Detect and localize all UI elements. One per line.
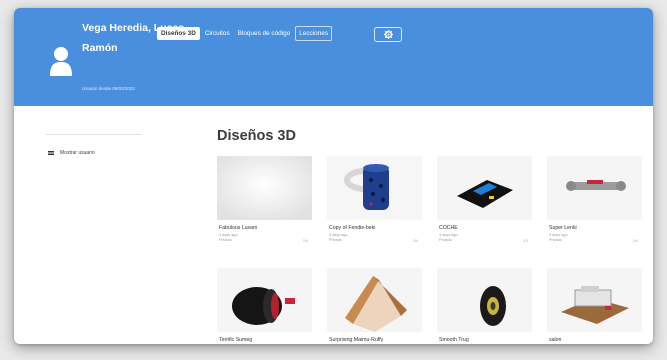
design-card[interactable]: Copy of Fendie-beki 3 days ago Privado 2/… — [327, 156, 422, 243]
design-thumbnail — [327, 156, 422, 220]
design-title: Fabulous Lusam — [219, 225, 258, 231]
design-card[interactable]: Fabulous Lusam 3 days ago Privado 2/4 — [217, 156, 312, 243]
design-title: Super Lenki — [549, 225, 577, 231]
design-thumbnail — [217, 156, 312, 220]
design-card[interactable]: COCHE 3 days ago Privado 2/3 — [437, 156, 532, 243]
design-card[interactable]: Terrific Sumeg — [217, 268, 312, 343]
design-title: salon — [549, 337, 562, 343]
sidebar-item-show-user[interactable]: Mostrar usuario — [48, 150, 95, 156]
design-count: 2/3 — [522, 239, 528, 243]
design-age: 3 days ago — [219, 232, 238, 237]
app-window: Vega Heredia, Lucas Ramón Usuario desde … — [14, 8, 653, 344]
design-age: 3 days ago — [329, 232, 348, 237]
gear-icon — [383, 30, 393, 39]
tab-lecciones[interactable]: Lecciones — [295, 26, 333, 41]
user-since-text: Usuario desde 09/03/2022 — [82, 86, 135, 91]
design-age: 3 days ago — [439, 232, 458, 237]
page-title: Diseños 3D — [217, 128, 296, 144]
tab-circuitos[interactable]: Circuitos — [202, 27, 233, 40]
design-title: Smooth Trug — [439, 337, 469, 343]
design-card[interactable]: Super Lenki 3 days ago Privado 2/4 — [547, 156, 642, 243]
design-privacy: Privado 2/3 — [439, 238, 528, 243]
settings-button[interactable] — [374, 27, 402, 42]
design-title: Surprising Maimu-Ruffy — [329, 337, 384, 343]
design-title: COCHE — [439, 225, 458, 231]
tab-disenos-3d[interactable]: Diseños 3D — [157, 27, 200, 40]
profile-header: Vega Heredia, Lucas Ramón Usuario desde … — [14, 8, 653, 106]
design-thumbnail — [437, 268, 532, 332]
design-privacy: Privado 2/4 — [329, 238, 418, 243]
design-age: 3 days ago — [549, 232, 568, 237]
sidebar-divider — [46, 134, 142, 135]
design-title: Terrific Sumeg — [219, 337, 253, 343]
tab-bar: Diseños 3D Circuitos Bloques de código L… — [157, 26, 334, 41]
design-count: 2/4 — [412, 239, 418, 243]
design-privacy: Privado 2/4 — [219, 238, 308, 243]
design-thumbnail — [217, 268, 312, 332]
design-thumbnail — [547, 156, 642, 220]
tab-bloques-de-codigo[interactable]: Bloques de código — [235, 27, 294, 40]
menu-icon — [48, 151, 54, 155]
design-thumbnail — [327, 268, 422, 332]
design-card[interactable]: Surprising Maimu-Ruffy — [327, 268, 422, 343]
design-thumbnail — [437, 156, 532, 220]
design-card[interactable]: salon — [547, 268, 642, 343]
design-count: 2/4 — [302, 239, 308, 243]
sidebar-item-label: Mostrar usuario — [60, 150, 95, 156]
design-privacy: Privado 2/4 — [549, 238, 638, 243]
user-avatar-icon — [50, 47, 72, 76]
design-title: Copy of Fendie-beki — [329, 225, 376, 231]
design-count: 2/4 — [632, 239, 638, 243]
design-thumbnail — [547, 268, 642, 332]
design-card[interactable]: Smooth Trug — [437, 268, 532, 343]
